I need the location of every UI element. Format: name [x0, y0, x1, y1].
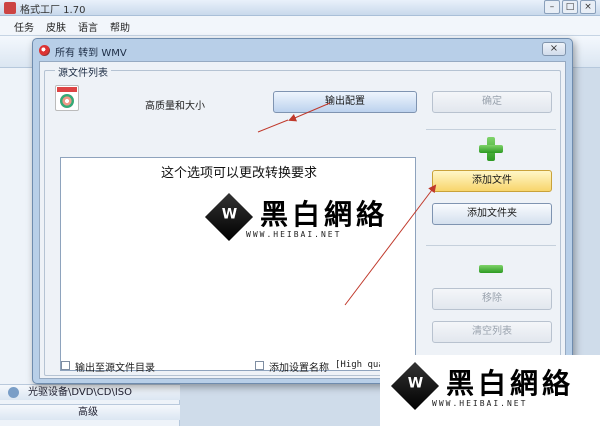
left-row-advanced[interactable]: 高级 — [0, 404, 180, 420]
menu-help[interactable]: 帮助 — [110, 19, 130, 34]
minimize-icon[interactable]: – — [544, 0, 560, 14]
wmv-format-icon — [55, 85, 79, 111]
group-label: 源文件列表 — [55, 64, 111, 79]
ok-button[interactable]: 确定 — [432, 91, 552, 113]
output-to-source-checkbox[interactable] — [61, 361, 70, 370]
watermark-center: W 黑白網絡 WWW.HEIBAI.NET — [204, 192, 389, 242]
clear-list-button[interactable]: 清空列表 — [432, 321, 552, 343]
app-titlebar: 格式工厂 1.70 – □ × — [0, 0, 600, 16]
left-row-label: 光驱设备\DVD\CD\ISO — [28, 387, 133, 398]
maximize-icon[interactable]: □ — [562, 0, 578, 14]
dialog-title: 所有 转到 WMV — [55, 48, 127, 59]
app-window-controls: – □ × — [544, 0, 596, 14]
annotation-text: 这个选项可以更改转换要求 — [161, 166, 318, 181]
watermark-corner-panel: W 黑白網絡 WWW.HEIBAI.NET — [380, 355, 600, 426]
disc-icon — [8, 387, 19, 398]
add-file-button[interactable]: 添加文件 — [432, 170, 552, 192]
watermark-logo-text: 黑白網絡 — [260, 198, 389, 231]
watermark-url: WWW.HEIBAI.NET — [246, 230, 342, 239]
add-setting-name-label: 添加设置名称 — [269, 363, 329, 374]
app-logo-icon — [4, 2, 16, 14]
left-row-label: 高级 — [78, 407, 98, 418]
dialog-logo-icon — [39, 45, 50, 56]
plus-icon — [479, 137, 503, 161]
watermark-url: WWW.HEIBAI.NET — [432, 399, 528, 408]
remove-button[interactable]: 移除 — [432, 288, 552, 310]
divider — [426, 245, 556, 246]
close-icon[interactable]: × — [580, 0, 596, 14]
source-file-list[interactable]: 这个选项可以更改转换要求 — [60, 157, 416, 371]
left-row-optical[interactable]: 光驱设备\DVD\CD\ISO — [0, 384, 180, 400]
divider — [426, 129, 556, 130]
dialog-close-button[interactable]: × — [542, 42, 566, 56]
minus-icon — [479, 265, 503, 273]
menubar: 任务 皮肤 语言 帮助 — [0, 16, 600, 36]
menu-task[interactable]: 任务 — [14, 19, 34, 34]
add-folder-button[interactable]: 添加文件夹 — [432, 203, 552, 225]
watermark-logo-text: 黑白網絡 — [446, 367, 575, 400]
watermark-corner: W 黑白網絡 WWW.HEIBAI.NET — [390, 361, 575, 411]
add-setting-name-checkbox[interactable] — [255, 361, 264, 370]
app-title: 格式工厂 1.70 — [20, 5, 86, 16]
output-config-button[interactable]: 输出配置 — [273, 91, 417, 113]
menu-language[interactable]: 语言 — [78, 19, 98, 34]
quality-label: 高质量和大小 — [145, 101, 205, 112]
menu-skin[interactable]: 皮肤 — [46, 19, 66, 34]
output-to-source-label: 输出至源文件目录 — [75, 363, 155, 374]
